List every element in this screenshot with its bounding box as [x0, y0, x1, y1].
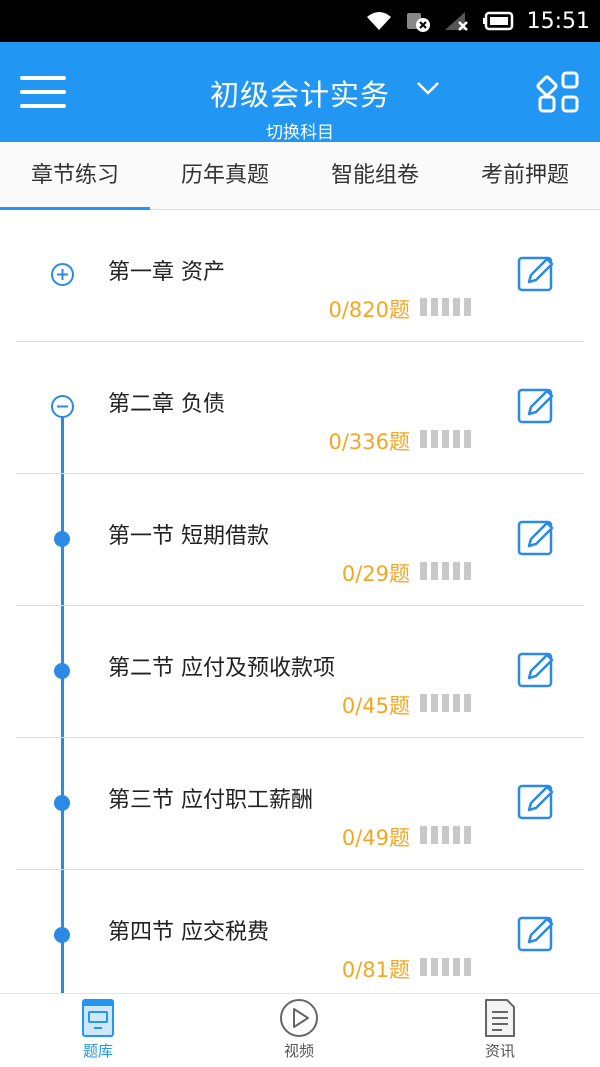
timeline-dot — [54, 663, 70, 679]
battery-icon — [482, 11, 515, 31]
edit-icon[interactable] — [517, 914, 557, 954]
status-time: 15:51 — [526, 8, 590, 34]
edit-icon[interactable] — [517, 782, 557, 822]
progress-bars — [420, 298, 471, 316]
news-document-icon — [485, 999, 515, 1037]
edit-icon[interactable] — [517, 254, 557, 294]
chapter-row[interactable]: 第一章 资产 0/820题 — [0, 210, 600, 342]
question-count: 0/81题 — [341, 958, 410, 982]
status-bar: 15:51 — [0, 0, 600, 42]
chevron-down-icon — [417, 82, 439, 95]
progress-bars — [420, 694, 471, 712]
video-play-icon — [280, 999, 318, 1037]
tab-bar: 章节练习 历年真题 智能组卷 考前押题 — [0, 142, 600, 210]
question-count: 0/336题 — [328, 430, 410, 454]
tab-smart-paper[interactable]: 智能组卷 — [300, 142, 450, 209]
bottom-nav: 题库 视频 资讯 — [0, 993, 600, 1067]
expand-plus-icon[interactable] — [50, 262, 75, 287]
tab-chapter-practice[interactable]: 章节练习 — [0, 142, 150, 210]
section-row[interactable]: 第三节 应付职工薪酬 0/49题 — [0, 738, 600, 870]
timeline-dot — [54, 927, 70, 943]
progress-bars — [420, 562, 471, 580]
tab-past-exams[interactable]: 历年真题 — [150, 142, 300, 209]
nav-question-bank[interactable]: 题库 — [58, 998, 138, 1061]
section-row[interactable]: 第四节 应交税费 0/81题 — [0, 870, 600, 993]
progress-bars — [420, 958, 471, 976]
question-count: 0/820题 — [328, 298, 410, 322]
sim-error-icon — [405, 9, 431, 33]
switch-subject-label[interactable]: 切换科目 — [200, 118, 400, 143]
nav-label: 视频 — [283, 1042, 314, 1060]
menu-button[interactable] — [20, 76, 66, 110]
question-count: 0/29题 — [341, 562, 410, 586]
subject-switcher[interactable]: 初级会计实务 — [150, 72, 450, 114]
page-title: 初级会计实务 — [209, 78, 390, 112]
nav-video[interactable]: 视频 — [259, 998, 339, 1061]
nav-label: 资讯 — [484, 1042, 515, 1060]
question-count: 0/45题 — [341, 694, 410, 718]
apps-grid-icon — [536, 71, 579, 113]
chapter-list: 第一章 资产 0/820题 第二章 负债 0/336题 第一节 短期借款 0/2… — [0, 210, 600, 993]
nav-label: 题库 — [82, 1042, 113, 1060]
signal-icon — [443, 10, 471, 32]
section-row[interactable]: 第二节 应付及预收款项 0/45题 — [0, 606, 600, 738]
section-title: 第三节 应付职工薪酬 — [108, 788, 313, 813]
status-icons: 15:51 — [365, 0, 590, 42]
nav-news[interactable]: 资讯 — [460, 998, 540, 1061]
tab-pre-exam[interactable]: 考前押题 — [450, 142, 600, 209]
edit-icon[interactable] — [517, 650, 557, 690]
progress-bars — [420, 430, 471, 448]
section-title: 第二节 应付及预收款项 — [108, 656, 335, 681]
timeline-dot — [54, 531, 70, 547]
edit-icon[interactable] — [517, 518, 557, 558]
section-row[interactable]: 第一节 短期借款 0/29题 — [0, 474, 600, 606]
chapter-title: 第一章 资产 — [108, 260, 225, 285]
timeline-dot — [54, 795, 70, 811]
section-title: 第一节 短期借款 — [108, 524, 269, 549]
edit-icon[interactable] — [517, 386, 557, 426]
collapse-minus-icon[interactable] — [50, 394, 75, 419]
wifi-icon — [365, 10, 393, 32]
question-count: 0/49题 — [341, 826, 410, 850]
section-title: 第四节 应交税费 — [108, 920, 269, 945]
grid-menu-button[interactable] — [536, 70, 582, 116]
question-bank-icon — [82, 999, 114, 1037]
progress-bars — [420, 826, 471, 844]
menu-icon — [20, 76, 66, 80]
app-bar: 初级会计实务 切换科目 — [0, 42, 600, 143]
chapter-row[interactable]: 第二章 负债 0/336题 — [0, 342, 600, 474]
chapter-title: 第二章 负债 — [108, 392, 225, 417]
